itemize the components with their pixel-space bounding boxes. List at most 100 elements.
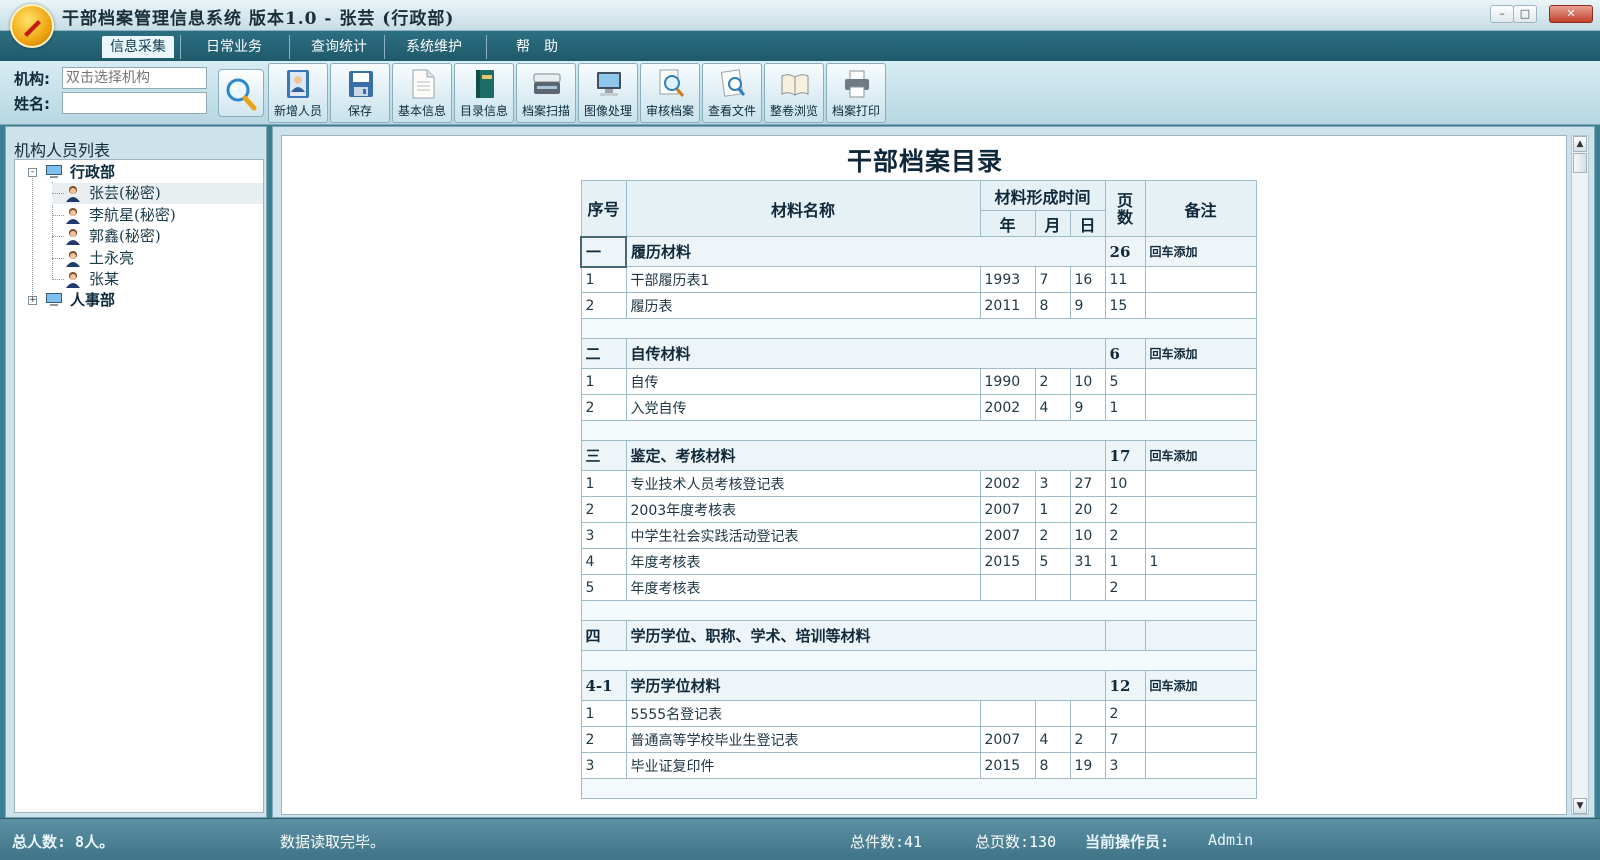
section-pages[interactable]: 26 (1104, 236, 1146, 267)
row-seq[interactable]: 3 (580, 522, 627, 549)
row-year[interactable]: 2015 (979, 548, 1036, 575)
row-day[interactable]: 10 (1069, 522, 1106, 549)
archive-scan-button[interactable]: 档案扫描 (516, 63, 576, 123)
row-day[interactable]: 31 (1069, 548, 1106, 575)
row-year[interactable]: 2002 (979, 394, 1036, 421)
scroll-thumb[interactable] (1573, 153, 1587, 173)
row-year[interactable] (979, 700, 1036, 727)
row-seq[interactable]: 4 (580, 548, 627, 575)
row-seq[interactable]: 2 (580, 292, 627, 319)
row-material-name[interactable]: 年度考核表 (625, 548, 981, 575)
row-notes[interactable] (1144, 726, 1257, 753)
row-month[interactable]: 2 (1034, 368, 1071, 395)
row-year[interactable]: 1993 (979, 266, 1036, 293)
section-name[interactable]: 学历学位、职称、学术、培训等材料 (625, 620, 1106, 651)
row-seq[interactable]: 2 (580, 496, 627, 523)
row-notes[interactable] (1144, 574, 1257, 601)
section-name[interactable]: 鉴定、考核材料 (625, 440, 1106, 471)
section-seq[interactable]: 二 (580, 338, 627, 369)
row-seq[interactable]: 3 (580, 752, 627, 779)
row-notes[interactable] (1144, 394, 1257, 421)
row-day[interactable]: 9 (1069, 292, 1106, 319)
row-notes[interactable] (1144, 700, 1257, 727)
review-archive-button[interactable]: 审核档案 (640, 63, 700, 123)
row-month[interactable]: 5 (1034, 548, 1071, 575)
section-notes[interactable]: 回车添加 (1144, 670, 1257, 701)
row-pages[interactable]: 2 (1104, 574, 1146, 601)
row-material-name[interactable]: 自传 (625, 368, 981, 395)
section-notes[interactable] (1144, 620, 1257, 651)
row-month[interactable]: 4 (1034, 726, 1071, 753)
row-notes[interactable] (1144, 522, 1257, 549)
dept-node-admin[interactable]: 行政部 (70, 162, 115, 182)
row-day[interactable]: 19 (1069, 752, 1106, 779)
row-material-name[interactable]: 2003年度考核表 (625, 496, 981, 523)
row-material-name[interactable]: 专业技术人员考核登记表 (625, 470, 981, 497)
archive-print-button[interactable]: 档案打印 (826, 63, 886, 123)
section-name[interactable]: 履历材料 (625, 236, 1106, 267)
section-name[interactable]: 自传材料 (625, 338, 1106, 369)
person-node[interactable]: 张芸(秘密) (89, 183, 161, 203)
row-day[interactable]: 20 (1069, 496, 1106, 523)
section-seq[interactable]: 一 (580, 235, 627, 268)
row-pages[interactable]: 10 (1104, 470, 1146, 497)
basic-info-button[interactable]: 基本信息 (392, 63, 452, 123)
row-notes[interactable] (1144, 752, 1257, 779)
row-day[interactable]: 10 (1069, 368, 1106, 395)
row-seq[interactable]: 2 (580, 726, 627, 753)
row-year[interactable]: 1990 (979, 368, 1036, 395)
section-pages[interactable]: 6 (1104, 338, 1146, 369)
row-material-name[interactable]: 毕业证复印件 (625, 752, 981, 779)
person-node[interactable]: 张某 (89, 269, 119, 289)
row-pages[interactable]: 2 (1104, 700, 1146, 727)
blank-cell[interactable] (580, 318, 1257, 339)
name-input[interactable] (62, 92, 207, 114)
menu-help[interactable]: 帮 助 (508, 36, 566, 58)
org-input[interactable] (62, 67, 207, 89)
section-notes[interactable]: 回车添加 (1144, 236, 1257, 267)
row-month[interactable]: 2 (1034, 522, 1071, 549)
row-material-name[interactable]: 普通高等学校毕业生登记表 (625, 726, 981, 753)
person-node[interactable]: 郭鑫(秘密) (89, 226, 161, 246)
row-month[interactable]: 7 (1034, 266, 1071, 293)
save-button[interactable]: 保存 (330, 63, 390, 123)
row-material-name[interactable]: 5555名登记表 (625, 700, 981, 727)
row-notes[interactable]: 1 (1144, 548, 1257, 575)
row-day[interactable]: 2 (1069, 726, 1106, 753)
scroll-down-icon[interactable]: ▼ (1573, 798, 1587, 814)
row-month[interactable]: 4 (1034, 394, 1071, 421)
section-pages[interactable]: 17 (1104, 440, 1146, 471)
section-notes[interactable]: 回车添加 (1144, 440, 1257, 471)
row-year[interactable]: 2007 (979, 496, 1036, 523)
row-year[interactable]: 2007 (979, 726, 1036, 753)
row-pages[interactable]: 11 (1104, 266, 1146, 293)
maximize-icon[interactable]: □ (1513, 5, 1537, 23)
section-name[interactable]: 学历学位材料 (625, 670, 1106, 701)
image-process-button[interactable]: 图像处理 (578, 63, 638, 123)
row-seq[interactable]: 2 (580, 394, 627, 421)
row-pages[interactable]: 7 (1104, 726, 1146, 753)
add-person-button[interactable]: 新增人员 (268, 63, 328, 123)
menu-daily-business[interactable]: 日常业务 (198, 36, 270, 58)
row-notes[interactable] (1144, 470, 1257, 497)
section-seq[interactable]: 四 (580, 620, 627, 651)
row-pages[interactable]: 15 (1104, 292, 1146, 319)
row-notes[interactable] (1144, 368, 1257, 395)
blank-cell[interactable] (580, 420, 1257, 441)
row-pages[interactable]: 2 (1104, 522, 1146, 549)
row-day[interactable] (1069, 574, 1106, 601)
catalog-document[interactable]: 干部档案目录 序号 材料名称 材料形成时间 页 数 备注 年 月 日 一 履历材… (281, 135, 1567, 815)
section-seq[interactable]: 4-1 (580, 670, 627, 701)
row-year[interactable]: 2015 (979, 752, 1036, 779)
section-notes[interactable]: 回车添加 (1144, 338, 1257, 369)
section-pages[interactable]: 12 (1104, 670, 1146, 701)
menu-query-stats[interactable]: 查询统计 (303, 36, 375, 58)
row-day[interactable]: 9 (1069, 394, 1106, 421)
row-pages[interactable]: 2 (1104, 496, 1146, 523)
row-material-name[interactable]: 入党自传 (625, 394, 981, 421)
search-button[interactable] (218, 69, 264, 117)
collapse-toggle[interactable]: - (28, 168, 37, 177)
menu-system-maintenance[interactable]: 系统维护 (398, 36, 470, 58)
minimize-icon[interactable]: – (1490, 5, 1514, 23)
row-seq[interactable]: 1 (580, 700, 627, 727)
